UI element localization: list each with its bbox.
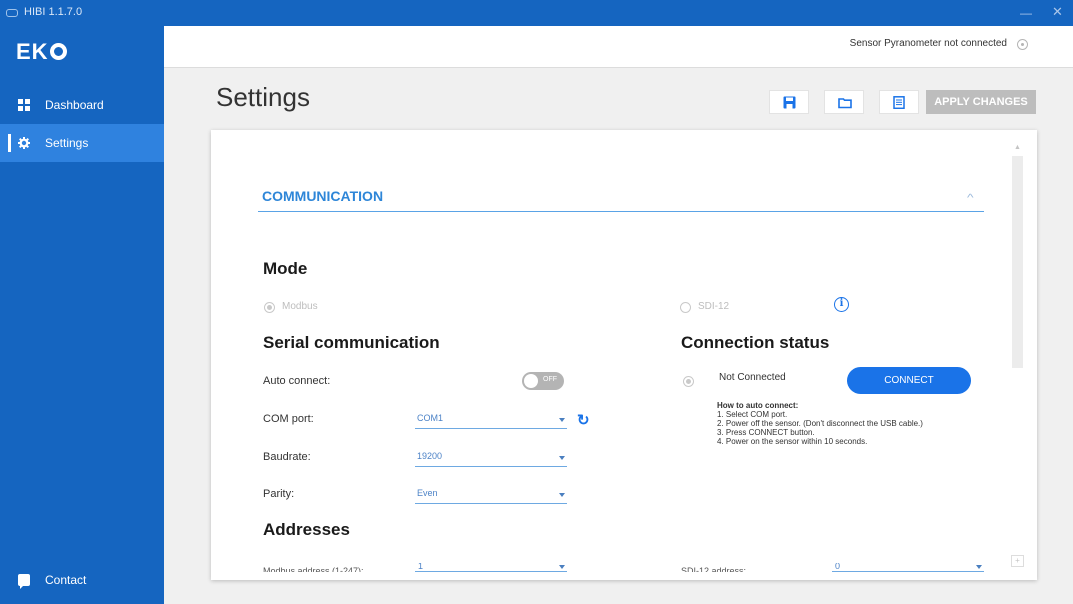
chevron-down-icon — [559, 418, 565, 422]
scroll-down-arrow-icon[interactable]: + — [1011, 555, 1024, 567]
sidebar-item-label: Contact — [45, 573, 87, 587]
save-icon — [783, 96, 796, 109]
active-indicator — [8, 134, 11, 152]
eko-logo: EK — [16, 39, 67, 65]
sidebar-item-label: Settings — [45, 136, 89, 150]
modbus-radio[interactable] — [264, 302, 275, 313]
chevron-down-icon — [976, 565, 982, 569]
toggle-knob — [524, 374, 538, 388]
section-divider — [258, 211, 984, 212]
app-icon — [6, 9, 18, 17]
open-button[interactable] — [824, 90, 864, 114]
instruction-step: 2. Power off the sensor. (Don't disconne… — [717, 419, 923, 428]
addresses-heading: Addresses — [263, 520, 350, 539]
status-bar: Sensor Pyranometer not connected — [164, 26, 1073, 68]
baudrate-select[interactable]: 19200 — [415, 449, 567, 467]
com-port-label: COM port: — [263, 413, 314, 425]
baudrate-value: 19200 — [417, 451, 443, 461]
sdi12-address-value: 0 — [835, 563, 841, 571]
baudrate-label: Baudrate: — [263, 451, 311, 463]
parity-value: Even — [417, 488, 438, 498]
instruction-step: 4. Power on the sensor within 10 seconds… — [717, 437, 868, 446]
chevron-down-icon — [559, 493, 565, 497]
sidebar-item-contact[interactable]: Contact — [0, 561, 164, 599]
serial-communication-heading: Serial communication — [263, 333, 440, 352]
vertical-scrollbar[interactable]: ▲ + — [1011, 142, 1024, 572]
chevron-down-icon — [559, 565, 565, 569]
save-button[interactable] — [769, 90, 809, 114]
auto-connect-instructions: How to auto connect: 1. Select COM port.… — [717, 401, 923, 446]
section-title-communication: COMMUNICATION — [262, 188, 384, 204]
apply-changes-button[interactable]: APPLY CHANGES — [926, 90, 1036, 114]
page-title: Settings — [216, 82, 310, 112]
modbus-address-label: Modbus address (1-247): — [263, 566, 364, 572]
connection-status-heading: Connection status — [681, 333, 830, 352]
close-button[interactable]: ✕ — [1052, 4, 1063, 20]
sdi12-radio[interactable] — [680, 302, 691, 313]
com-port-value: COM1 — [417, 413, 444, 423]
chat-icon — [18, 574, 30, 589]
gear-icon — [18, 137, 30, 149]
modbus-address-select[interactable]: 1 — [415, 563, 567, 572]
parity-select[interactable]: Even — [415, 486, 567, 504]
auto-connect-label: Auto connect: — [263, 375, 331, 387]
refresh-icon[interactable]: ↻ — [577, 411, 590, 429]
sidebar: EK Dashboard Settings Contact — [0, 26, 164, 604]
sidebar-item-label: Dashboard — [45, 98, 104, 112]
instructions-title: How to auto connect: — [717, 401, 799, 410]
dashboard-icon — [18, 99, 30, 111]
title-bar: HIBI 1.1.7.0 — ✕ — [0, 0, 1073, 26]
info-icon[interactable]: i — [834, 297, 849, 312]
folder-icon — [838, 98, 852, 109]
connection-status-text: Not Connected — [719, 372, 786, 383]
parity-label: Parity: — [263, 488, 295, 500]
sidebar-item-dashboard[interactable]: Dashboard — [0, 86, 164, 124]
modbus-address-value: 1 — [418, 563, 424, 571]
collapse-chevron-up-icon[interactable]: ^ — [967, 193, 974, 204]
sdi12-address-label: SDI-12 address: — [681, 566, 747, 572]
mode-heading: Mode — [263, 259, 308, 278]
scroll-up-arrow-icon[interactable]: ▲ — [1011, 142, 1024, 154]
connection-status-indicator — [683, 376, 694, 387]
sidebar-item-settings[interactable]: Settings — [0, 124, 164, 162]
export-button[interactable] — [879, 90, 919, 114]
auto-connect-toggle[interactable]: OFF — [522, 372, 564, 390]
instruction-step: 1. Select COM port. — [717, 410, 788, 419]
com-port-select[interactable]: COM1 — [415, 411, 567, 429]
connect-button[interactable]: CONNECT — [847, 367, 971, 394]
toggle-state: OFF — [543, 376, 557, 383]
modbus-label: Modbus — [282, 301, 318, 312]
chevron-down-icon — [559, 456, 565, 460]
sensor-status-text: Sensor Pyranometer not connected — [849, 38, 1007, 49]
sdi12-address-select[interactable]: 0 — [832, 563, 984, 572]
window-title: HIBI 1.1.7.0 — [24, 6, 83, 18]
instruction-step: 3. Press CONNECT button. — [717, 428, 815, 437]
document-icon — [893, 96, 905, 109]
sensor-status-indicator — [1017, 39, 1028, 50]
sdi12-label: SDI-12 — [698, 301, 730, 312]
scroll-thumb[interactable] — [1012, 156, 1023, 368]
minimize-button[interactable]: — — [1020, 6, 1032, 20]
